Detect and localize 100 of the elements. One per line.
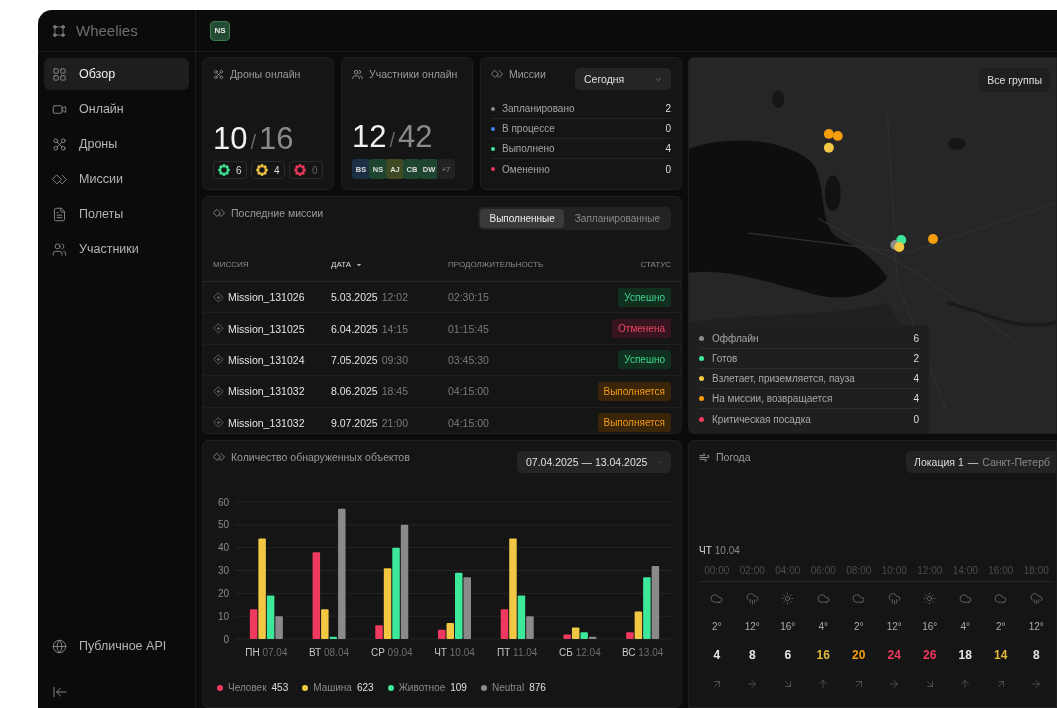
mission-time: 21:00 bbox=[381, 416, 408, 429]
legend-label: Животное bbox=[398, 682, 446, 693]
sidebar-item[interactable]: Миссии bbox=[44, 163, 189, 195]
status-label: Выполнено bbox=[502, 143, 555, 154]
date-range-select[interactable]: 07.04.2025 — 13.04.2025 bbox=[517, 451, 671, 473]
mission-date: 8.06.2025 bbox=[331, 385, 378, 398]
slash-separator: / bbox=[389, 129, 396, 152]
group-filter-button[interactable]: Все группы bbox=[979, 68, 1050, 92]
sidebar-item[interactable]: Публичное API bbox=[44, 630, 189, 662]
document-icon bbox=[52, 206, 67, 222]
users-icon bbox=[52, 241, 67, 257]
mission-duration: 02:30:15 bbox=[448, 291, 489, 304]
sidebar-item[interactable]: Обзор bbox=[44, 58, 189, 90]
status-count: 0 bbox=[665, 163, 671, 175]
wind-speed: 4 bbox=[713, 648, 721, 662]
grid-icon bbox=[52, 66, 67, 82]
diamonds-icon bbox=[213, 451, 225, 463]
status-label: Критическая посадка bbox=[712, 413, 811, 425]
mission-icon bbox=[213, 417, 224, 429]
axis-label: 10 bbox=[217, 610, 229, 622]
mission-name: Mission_131032 bbox=[228, 385, 305, 398]
status-count: 6 bbox=[913, 333, 919, 344]
axis-label: 50 bbox=[217, 519, 229, 531]
card-title: Дроны онлайн bbox=[230, 68, 301, 80]
collapse-sidebar-icon[interactable] bbox=[52, 684, 68, 700]
mission-time: 12:02 bbox=[381, 291, 408, 304]
status-badge: Отменена bbox=[612, 319, 671, 339]
legend-total: 453 bbox=[271, 682, 289, 693]
slash-separator: / bbox=[250, 131, 257, 154]
column-header[interactable]: ДАТА bbox=[331, 260, 352, 269]
status-label: На миссии, возвращается bbox=[712, 393, 833, 404]
wind-speed: 16 bbox=[816, 648, 830, 662]
axis-label: 60 bbox=[217, 496, 229, 508]
diamonds-icon bbox=[491, 68, 503, 80]
total-count: 16 bbox=[259, 121, 294, 157]
category-label: СБ 12.04 bbox=[559, 647, 601, 658]
column-header[interactable]: ПРОДОЛЖИТЕЛЬНОСТЬ bbox=[448, 260, 544, 269]
axis-label: 0 bbox=[223, 633, 229, 645]
temperature: 16° bbox=[780, 621, 796, 632]
period-select[interactable]: Сегодня bbox=[575, 68, 671, 90]
temperature: 4° bbox=[818, 621, 829, 632]
diamonds-icon bbox=[213, 207, 225, 219]
status-label: Готов bbox=[712, 353, 738, 364]
status-chip: 4 bbox=[251, 161, 285, 179]
temperature: 12° bbox=[886, 621, 902, 632]
category-label: ПТ 11.04 bbox=[497, 647, 538, 658]
sidebar-item[interactable]: Онлайн bbox=[44, 93, 189, 125]
globe-icon bbox=[52, 638, 67, 654]
drone-icon bbox=[213, 68, 224, 80]
legend-label: Человек bbox=[228, 682, 267, 693]
category-label: ЧТ 10.04 bbox=[434, 647, 475, 658]
mission-duration: 04:15:00 bbox=[448, 416, 489, 429]
status-chip: 6 bbox=[213, 161, 247, 179]
temperature: 16° bbox=[922, 621, 938, 632]
mission-duration: 03:45:30 bbox=[448, 353, 489, 366]
status-label: Взлетает, приземляется, пауза bbox=[712, 373, 855, 384]
tab[interactable]: Выполненные bbox=[480, 209, 564, 228]
online-count: 12 bbox=[352, 119, 387, 155]
mission-time: 18:45 bbox=[381, 385, 408, 398]
category-label: СР 09.04 bbox=[370, 647, 413, 658]
tab[interactable]: Запланированные bbox=[565, 209, 669, 228]
wind-speed: 8 bbox=[748, 648, 756, 662]
mission-icon bbox=[213, 291, 224, 303]
wind-speed: 26 bbox=[923, 648, 937, 662]
app-name: Wheelies bbox=[76, 22, 138, 39]
card-title: Погода bbox=[716, 451, 751, 463]
sidebar-item[interactable]: Полеты bbox=[44, 198, 189, 230]
category-label: ВС 13.04 bbox=[621, 647, 664, 658]
day-label: ЧТ bbox=[699, 545, 712, 556]
logo-icon bbox=[52, 23, 66, 38]
temperature: 4° bbox=[960, 621, 971, 632]
status-count: 4 bbox=[913, 393, 919, 404]
status-label: Запланировано bbox=[502, 103, 575, 114]
axis-label: 40 bbox=[217, 542, 229, 554]
card-title: Количество обнаруженных объектов bbox=[231, 451, 410, 463]
total-count: 42 bbox=[398, 119, 433, 155]
mission-name: Mission_131032 bbox=[228, 416, 305, 429]
mission-date: 9.07.2025 bbox=[331, 416, 378, 429]
status-chip: 0 bbox=[289, 161, 323, 179]
legend-total: 623 bbox=[356, 682, 374, 693]
sidebar-item[interactable]: Участники bbox=[44, 233, 189, 265]
users-icon bbox=[352, 68, 363, 80]
user-avatar[interactable]: NS bbox=[210, 20, 230, 41]
wind-icon bbox=[699, 451, 710, 463]
temperature: 2° bbox=[853, 621, 864, 632]
status-label: Оффлайн bbox=[712, 333, 759, 344]
column-header[interactable]: СТАТУС bbox=[640, 260, 671, 269]
sidebar-item[interactable]: Дроны bbox=[44, 128, 189, 160]
status-badge: Успешно bbox=[618, 287, 671, 307]
location-select[interactable]: Локация 1 — Санкт-Петерб bbox=[906, 451, 1056, 473]
card-title: Миссии bbox=[509, 68, 546, 80]
legend-total: 876 bbox=[529, 682, 546, 693]
wind-speed: 20 bbox=[852, 648, 866, 662]
wind-speed: 14 bbox=[994, 648, 1008, 662]
status-badge: Успешно bbox=[618, 350, 671, 370]
card-title: Последние миссии bbox=[231, 207, 324, 219]
axis-label: 20 bbox=[217, 587, 229, 599]
column-header[interactable]: МИССИЯ bbox=[213, 260, 249, 269]
temperature: 2° bbox=[995, 621, 1006, 632]
category-label: ВТ 08.04 bbox=[309, 647, 350, 658]
